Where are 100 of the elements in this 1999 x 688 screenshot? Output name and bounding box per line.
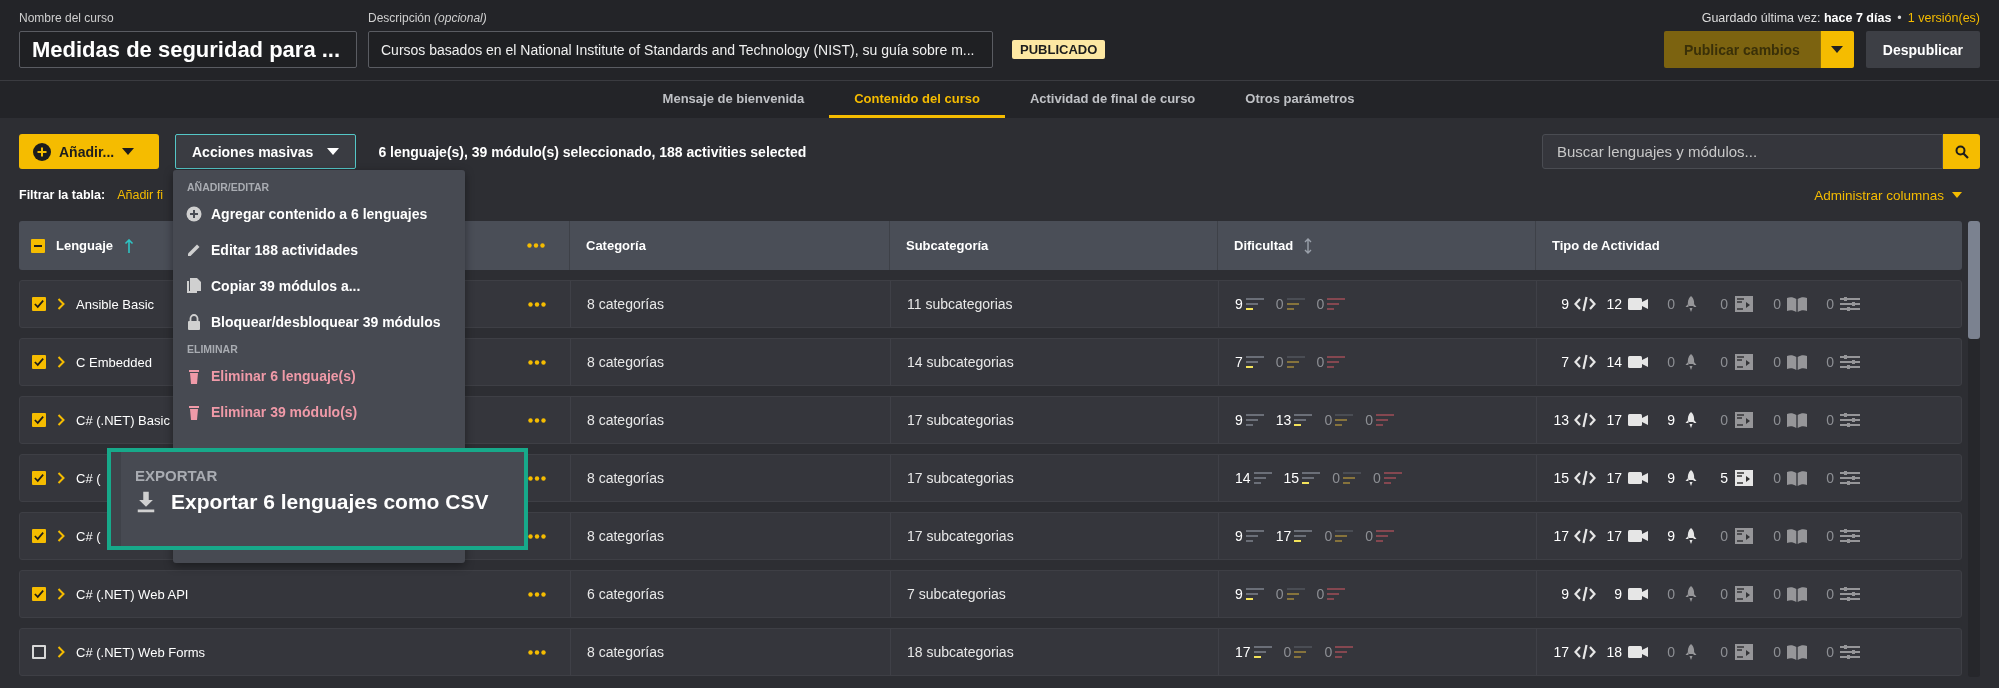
more-icon[interactable]	[528, 417, 546, 423]
table-cell: 17 subcategorias	[907, 528, 1014, 544]
activity-count: 0	[1667, 354, 1675, 370]
activity-count: 5	[1720, 470, 1728, 486]
tab[interactable]: Otros parámetros	[1220, 81, 1380, 118]
row-checkbox[interactable]	[32, 413, 46, 427]
menu-section-title: EXPORTAR	[135, 467, 219, 484]
activity-count: 0	[1720, 354, 1728, 370]
sliders-icon	[1839, 585, 1861, 603]
column-header[interactable]: Tipo de Actividad	[1552, 238, 1660, 253]
row-checkbox[interactable]	[32, 297, 46, 311]
course-name-field[interactable]: Medidas de seguridad para ...	[19, 31, 357, 68]
difficulty-count: 0	[1372, 470, 1381, 486]
manage-columns-link[interactable]: Administrar columnas	[1814, 187, 1962, 203]
language-name: Ansible Basic	[76, 296, 155, 312]
activity-count: 0	[1826, 354, 1834, 370]
book-icon	[1786, 643, 1808, 661]
difficulty-count: 0	[1316, 586, 1325, 602]
more-icon[interactable]	[528, 301, 546, 307]
separator-dot: •	[1897, 11, 1902, 25]
activity-count: 0	[1826, 644, 1834, 660]
chevron-right-icon[interactable]	[57, 530, 65, 542]
add-filter-link[interactable]: Añadir fi	[117, 188, 163, 202]
add-button[interactable]: Añadir...	[19, 134, 159, 169]
activity-count: 0	[1720, 586, 1728, 602]
search-field[interactable]: Buscar lenguajes y módulos...	[1542, 134, 1943, 169]
activity-count: 0	[1826, 586, 1834, 602]
sliders-icon	[1839, 353, 1861, 371]
field-label: Descripción (opcional)	[368, 11, 488, 25]
table-cell: 8 categorías	[587, 470, 665, 486]
select-all-checkbox[interactable]	[31, 238, 45, 253]
chevron-right-icon[interactable]	[57, 414, 65, 426]
chevron-right-icon[interactable]	[57, 298, 65, 310]
book-icon	[1786, 411, 1808, 429]
more-icon[interactable]	[528, 649, 546, 655]
chevron-right-icon[interactable]	[57, 356, 65, 368]
activity-count: 17	[1553, 528, 1569, 544]
code-icon	[1574, 643, 1596, 661]
copy-icon	[186, 278, 202, 294]
versions-link[interactable]: 1 versión(es)	[1907, 11, 1980, 25]
row-checkbox[interactable]	[32, 471, 46, 485]
unpublish-button[interactable]: Despublicar	[1865, 31, 1980, 68]
column-header[interactable]: Categoría	[586, 238, 646, 253]
difficulty-count: 17	[1275, 528, 1292, 544]
row-checkbox[interactable]	[32, 645, 46, 659]
chevron-right-icon[interactable]	[57, 646, 65, 658]
difficulty-count: 9	[1235, 412, 1243, 428]
bulk-actions-button[interactable]: Acciones masivas	[175, 134, 357, 169]
row-checkbox[interactable]	[32, 529, 46, 543]
menu-item[interactable]: Bloquear/desbloquear 39 módulos	[173, 304, 465, 340]
table-cell: 8 categorías	[587, 412, 665, 428]
column-header[interactable]: Lenguaje	[56, 238, 114, 253]
description-field[interactable]: Cursos basados en el National Institute of Standards and Technology (NIST), su guía sobre m...	[368, 31, 993, 68]
activity-count: 9	[1561, 296, 1569, 312]
activity-count: 14	[1606, 354, 1622, 370]
search-button[interactable]	[1943, 134, 1980, 169]
menu-item[interactable]: Copiar 39 módulos a...	[173, 268, 465, 304]
sort-icon[interactable]	[1303, 237, 1314, 254]
publish-options-button[interactable]	[1819, 31, 1854, 68]
activity-count: 0	[1667, 644, 1675, 660]
tab[interactable]: Contenido del curso	[829, 81, 1005, 118]
activity-count: 9	[1614, 586, 1622, 602]
activity-count: 17	[1606, 470, 1622, 486]
difficulty-count: 0	[1365, 412, 1373, 428]
menu-item[interactable]: Eliminar 6 lenguaje(s)	[173, 358, 465, 394]
lock-icon	[186, 314, 202, 330]
row-checkbox[interactable]	[32, 587, 46, 601]
menu-item[interactable]: Eliminar 39 módulo(s)	[173, 394, 465, 430]
scrollbar[interactable]	[1968, 221, 1980, 677]
tab[interactable]: Actividad de final de curso	[1004, 81, 1221, 118]
difficulty-count: 0	[1324, 528, 1333, 544]
menu-item[interactable]: Exportar 6 lenguajes como CSV	[135, 490, 500, 514]
slides-icon	[1733, 295, 1755, 313]
menu-item[interactable]: Editar 188 actividades	[173, 232, 465, 268]
more-icon[interactable]	[528, 359, 546, 365]
code-icon	[1574, 353, 1596, 371]
plus-circle-icon	[186, 206, 202, 222]
activity-count: 18	[1606, 644, 1622, 660]
difficulty-count: 13	[1275, 412, 1292, 428]
more-icon[interactable]	[528, 591, 546, 597]
difficulty-count: 0	[1275, 586, 1284, 602]
activity-count: 0	[1773, 354, 1781, 370]
sliders-icon	[1839, 527, 1861, 545]
column-header[interactable]: Subcategoría	[906, 238, 989, 253]
sliders-icon	[1839, 295, 1861, 313]
table-cell: 11 subcategorias	[907, 296, 1013, 312]
table-cell: 18 subcategorias	[907, 644, 1014, 660]
more-icon[interactable]	[528, 475, 546, 481]
column-header[interactable]: Dificultad	[1234, 238, 1294, 253]
tab[interactable]: Mensaje de bienvenida	[637, 81, 830, 118]
more-icon[interactable]	[527, 243, 545, 248]
table-cell: 8 categorías	[587, 644, 665, 660]
menu-item[interactable]: Agregar contenido a 6 lenguajes	[173, 196, 465, 232]
chevron-right-icon[interactable]	[57, 588, 65, 600]
status-badge: PUBLICADO	[1012, 40, 1106, 59]
sort-up-icon[interactable]	[124, 238, 135, 253]
more-icon[interactable]	[528, 533, 546, 539]
row-checkbox[interactable]	[32, 355, 46, 369]
language-name: C# (.NET) Web Forms	[76, 644, 206, 660]
chevron-right-icon[interactable]	[57, 472, 65, 484]
